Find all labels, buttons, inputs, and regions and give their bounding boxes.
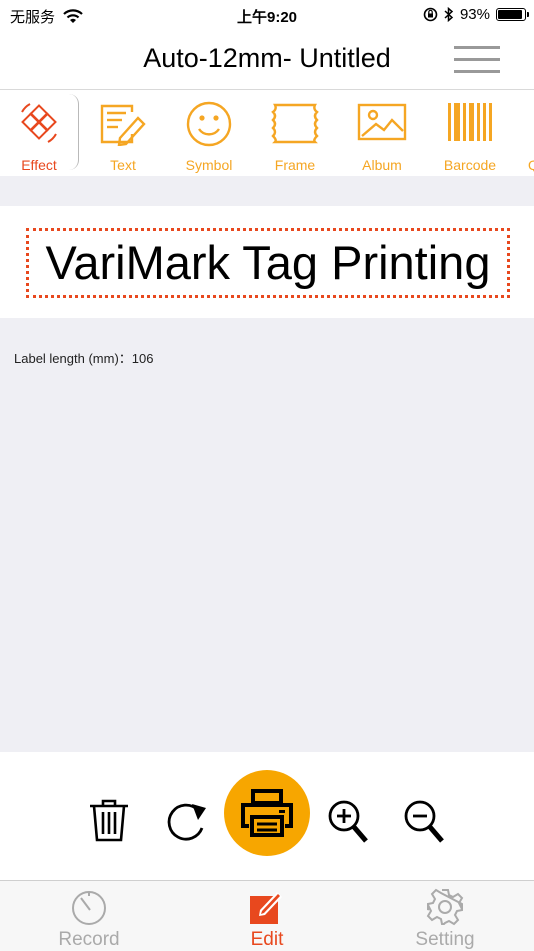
delete-button[interactable] [88,798,130,847]
zoom-in-button[interactable] [326,798,370,849]
gear-icon [426,888,464,926]
frame-icon [271,103,319,144]
effect-label: Effect [21,157,57,173]
tool-bar: Effect Text Symbol Frame Album Barcode Q [0,90,534,176]
tab-edit-label: Edit [250,929,284,950]
label-text: VariMark Tag Printing [45,236,491,289]
tab-edit[interactable]: Edit [178,881,356,951]
tab-record-label: Record [58,929,120,950]
battery-icon [496,8,529,21]
barcode-icon [448,103,492,141]
text-edit-icon [100,104,146,146]
tab-record[interactable]: Record [0,881,178,951]
zoom-in-icon [328,800,368,843]
rotate-icon [167,803,206,841]
effect-divider [68,94,79,170]
canvas-top-strip [0,176,534,206]
menu-button[interactable] [454,44,500,76]
stopwatch-icon [72,891,106,925]
print-button[interactable] [224,770,310,856]
barcode-label: Barcode [443,157,497,173]
next-tool-label: Q [528,157,534,173]
frame-label: Frame [274,157,316,173]
status-right: 93% [423,6,529,23]
zoom-out-icon [404,800,444,843]
trash-icon [90,799,128,842]
symbol-button[interactable]: Symbol [166,90,252,176]
bluetooth-icon [444,7,454,22]
printer-icon [241,789,293,837]
battery-percent: 93% [459,6,490,23]
tab-setting[interactable]: Setting [356,881,534,951]
text-label: Text [110,157,136,173]
image-icon [357,103,407,141]
effect-icon [21,103,57,143]
barcode-button[interactable]: Barcode [426,90,514,176]
smiley-icon [186,101,232,147]
label-text-object[interactable]: VariMark Tag Printing [26,228,510,298]
tab-setting-label: Setting [415,929,475,950]
nav-bar: Auto-12mm- Untitled [0,32,534,90]
action-bar [0,752,534,880]
frame-button[interactable]: Frame [252,90,338,176]
symbol-label: Symbol [185,157,233,173]
label-canvas: VariMark Tag Printing [0,206,534,318]
album-label: Album [362,157,402,173]
rotate-button[interactable] [162,800,210,849]
effect-button[interactable]: Effect [0,90,79,176]
album-button[interactable]: Album [338,90,426,176]
status-bar: 无服务 上午9:20 93% [0,0,534,32]
orientation-lock-icon [423,7,438,22]
label-length-text: Label length (mm)：106 [14,351,154,366]
next-tool-button[interactable]: Q [514,90,534,176]
text-button[interactable]: Text [80,90,166,176]
edit-icon [250,892,282,924]
tab-bar: Record Edit Setting [0,880,534,951]
zoom-out-button[interactable] [402,798,446,849]
